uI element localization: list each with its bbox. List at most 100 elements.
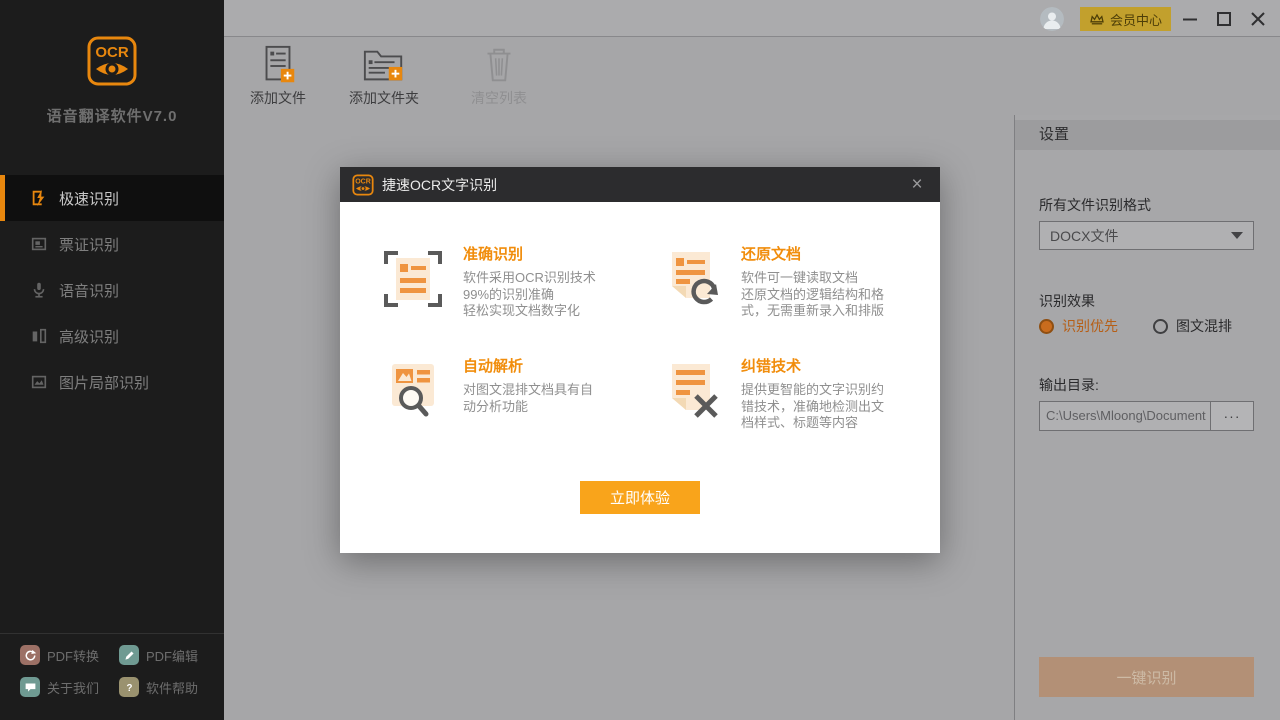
close-button[interactable] — [1248, 9, 1268, 29]
output-dir-label: 输出目录: — [1039, 375, 1099, 395]
radio-image-text-layout[interactable]: 图文混排 — [1153, 316, 1232, 336]
feature-restore-document: 还原文档 软件可一键读取文档 还原文档的逻辑结构和格 式，无需重新录入和排版 — [660, 241, 926, 320]
sidebar-item-image-region-recognition[interactable]: 图片局部识别 — [0, 359, 224, 405]
feature-accurate-recognition: 准确识别 软件采用OCR识别技术 99%的识别准确 轻松实现文档数字化 — [382, 241, 644, 320]
about-us-button[interactable]: 关于我们 — [20, 677, 119, 697]
avatar[interactable] — [1040, 7, 1064, 31]
member-center-button[interactable]: 会员中心 — [1080, 7, 1171, 31]
document-cross-icon — [660, 357, 722, 425]
sidebar-menu: 极速识别 票证识别 语音识别 — [0, 175, 224, 405]
try-now-button[interactable]: 立即体验 — [580, 481, 700, 514]
crown-icon — [1089, 13, 1105, 25]
footer-item-label: 软件帮助 — [146, 678, 198, 697]
format-dropdown-value: DOCX文件 — [1050, 226, 1231, 246]
effect-label: 识别效果 — [1039, 291, 1095, 311]
feature-title: 准确识别 — [463, 243, 596, 264]
feature-text: 纠错技术 提供更智能的文字识别约 错技术，准确地检测出文 档样式、标题等内容 — [741, 353, 884, 432]
dialog-close-icon[interactable]: × — [906, 174, 928, 196]
svg-text:OCR: OCR — [355, 178, 371, 185]
minimize-button[interactable] — [1180, 9, 1200, 29]
image-magnifier-icon — [382, 357, 444, 425]
feature-line: 动分析功能 — [463, 399, 593, 416]
add-folder-button[interactable]: 添加文件夹 — [334, 44, 434, 110]
file-plus-icon — [255, 44, 301, 88]
feature-line: 99%的识别准确 — [463, 287, 596, 304]
output-path-field[interactable]: C:\Users\Mloong\Document — [1039, 401, 1211, 431]
pdf-edit-button[interactable]: PDF编辑 — [119, 645, 218, 665]
radio-label: 图文混排 — [1176, 316, 1232, 336]
format-dropdown[interactable]: DOCX文件 — [1039, 221, 1254, 250]
feature-title: 纠错技术 — [741, 355, 884, 376]
sidebar-item-ticket-recognition[interactable]: 票证识别 — [0, 221, 224, 267]
feature-line: 错技术，准确地检测出文 — [741, 399, 884, 416]
radio-selected-icon — [1039, 319, 1054, 334]
sidebar-item-voice-recognition[interactable]: 语音识别 — [0, 267, 224, 313]
feature-line: 还原文档的逻辑结构和格 — [741, 287, 884, 304]
feature-title: 自动解析 — [463, 355, 593, 376]
feature-text: 准确识别 软件采用OCR识别技术 99%的识别准确 轻松实现文档数字化 — [463, 241, 596, 320]
sidebar-item-advanced-recognition[interactable]: 高级识别 — [0, 313, 224, 359]
feature-line: 档样式、标题等内容 — [741, 415, 884, 432]
feature-text: 自动解析 对图文混排文档具有自 动分析功能 — [463, 353, 593, 425]
microphone-icon — [30, 281, 48, 299]
titlebar: 会员中心 — [224, 0, 1280, 37]
one-click-recognize-button[interactable]: 一键识别 — [1039, 657, 1254, 697]
footer-item-label: PDF转换 — [47, 646, 99, 665]
clear-list-label: 清空列表 — [471, 88, 527, 110]
sidebar: OCR 语音翻译软件V7.0 极速识别 票证识 — [0, 0, 224, 720]
feature-text: 还原文档 软件可一键读取文档 还原文档的逻辑结构和格 式，无需重新录入和排版 — [741, 241, 884, 320]
lightning-doc-icon — [30, 189, 48, 207]
ocr-logo-icon: OCR — [87, 36, 137, 86]
dialog-header: OCR 捷速OCR文字识别 × — [340, 167, 940, 202]
ticket-icon — [30, 235, 48, 253]
sidebar-item-label: 票证识别 — [59, 234, 119, 255]
window-controls — [1180, 0, 1268, 37]
software-help-button[interactable]: ? 软件帮助 — [119, 677, 218, 697]
output-path-row: C:\Users\Mloong\Document ··· — [1039, 401, 1254, 431]
add-file-label: 添加文件 — [250, 88, 306, 110]
feature-line: 提供更智能的文字识别约 — [741, 382, 884, 399]
columns-icon — [30, 327, 48, 345]
add-file-button[interactable]: 添加文件 — [228, 44, 328, 110]
footer-item-label: PDF编辑 — [146, 646, 198, 665]
app-version-label: 语音翻译软件V7.0 — [0, 105, 224, 126]
welcome-dialog: OCR 捷速OCR文字识别 × 准确识别 — [340, 167, 940, 553]
feature-auto-parse: 自动解析 对图文混排文档具有自 动分析功能 — [382, 353, 644, 425]
image-region-icon — [30, 373, 48, 391]
sidebar-footer: PDF转换 PDF编辑 关于我们 — [0, 633, 224, 697]
refresh-arrows-icon — [20, 645, 40, 665]
feature-line: 式，无需重新录入和排版 — [741, 303, 884, 320]
feature-line: 轻松实现文档数字化 — [463, 303, 596, 320]
settings-header: 设置 — [1015, 120, 1280, 150]
chat-bubble-icon — [20, 677, 40, 697]
pencil-icon — [119, 645, 139, 665]
settings-panel: 设置 所有文件识别格式 DOCX文件 识别效果 识别优先 图文混排 输出目录: … — [1014, 115, 1280, 720]
sidebar-item-label: 图片局部识别 — [59, 372, 149, 393]
feature-line: 软件可一键读取文档 — [741, 270, 884, 287]
sidebar-item-fast-recognition[interactable]: 极速识别 — [0, 175, 224, 221]
chevron-down-icon — [1231, 232, 1243, 239]
radio-unselected-icon — [1153, 319, 1168, 334]
question-mark-icon: ? — [119, 677, 139, 697]
trash-icon — [476, 44, 522, 88]
scan-document-icon — [382, 245, 444, 313]
maximize-button[interactable] — [1214, 9, 1234, 29]
ocr-mini-logo-icon: OCR — [352, 174, 374, 196]
folder-plus-icon — [359, 44, 409, 88]
footer-item-label: 关于我们 — [47, 678, 99, 697]
toolbar: 添加文件 添加文件夹 清空列 — [224, 38, 1280, 115]
document-restore-icon — [660, 245, 722, 313]
feature-line: 对图文混排文档具有自 — [463, 382, 593, 399]
browse-button[interactable]: ··· — [1211, 401, 1254, 431]
pdf-convert-button[interactable]: PDF转换 — [20, 645, 119, 665]
radio-recognition-priority[interactable]: 识别优先 — [1039, 316, 1118, 336]
member-center-label: 会员中心 — [1110, 10, 1162, 29]
sidebar-item-label: 极速识别 — [59, 188, 119, 209]
dialog-title: 捷速OCR文字识别 — [382, 175, 497, 195]
svg-text:OCR: OCR — [95, 44, 129, 61]
svg-text:?: ? — [126, 683, 132, 694]
clear-list-button[interactable]: 清空列表 — [449, 44, 549, 110]
app-window: OCR 语音翻译软件V7.0 极速识别 票证识 — [0, 0, 1280, 720]
sidebar-item-label: 高级识别 — [59, 326, 119, 347]
feature-title: 还原文档 — [741, 243, 884, 264]
